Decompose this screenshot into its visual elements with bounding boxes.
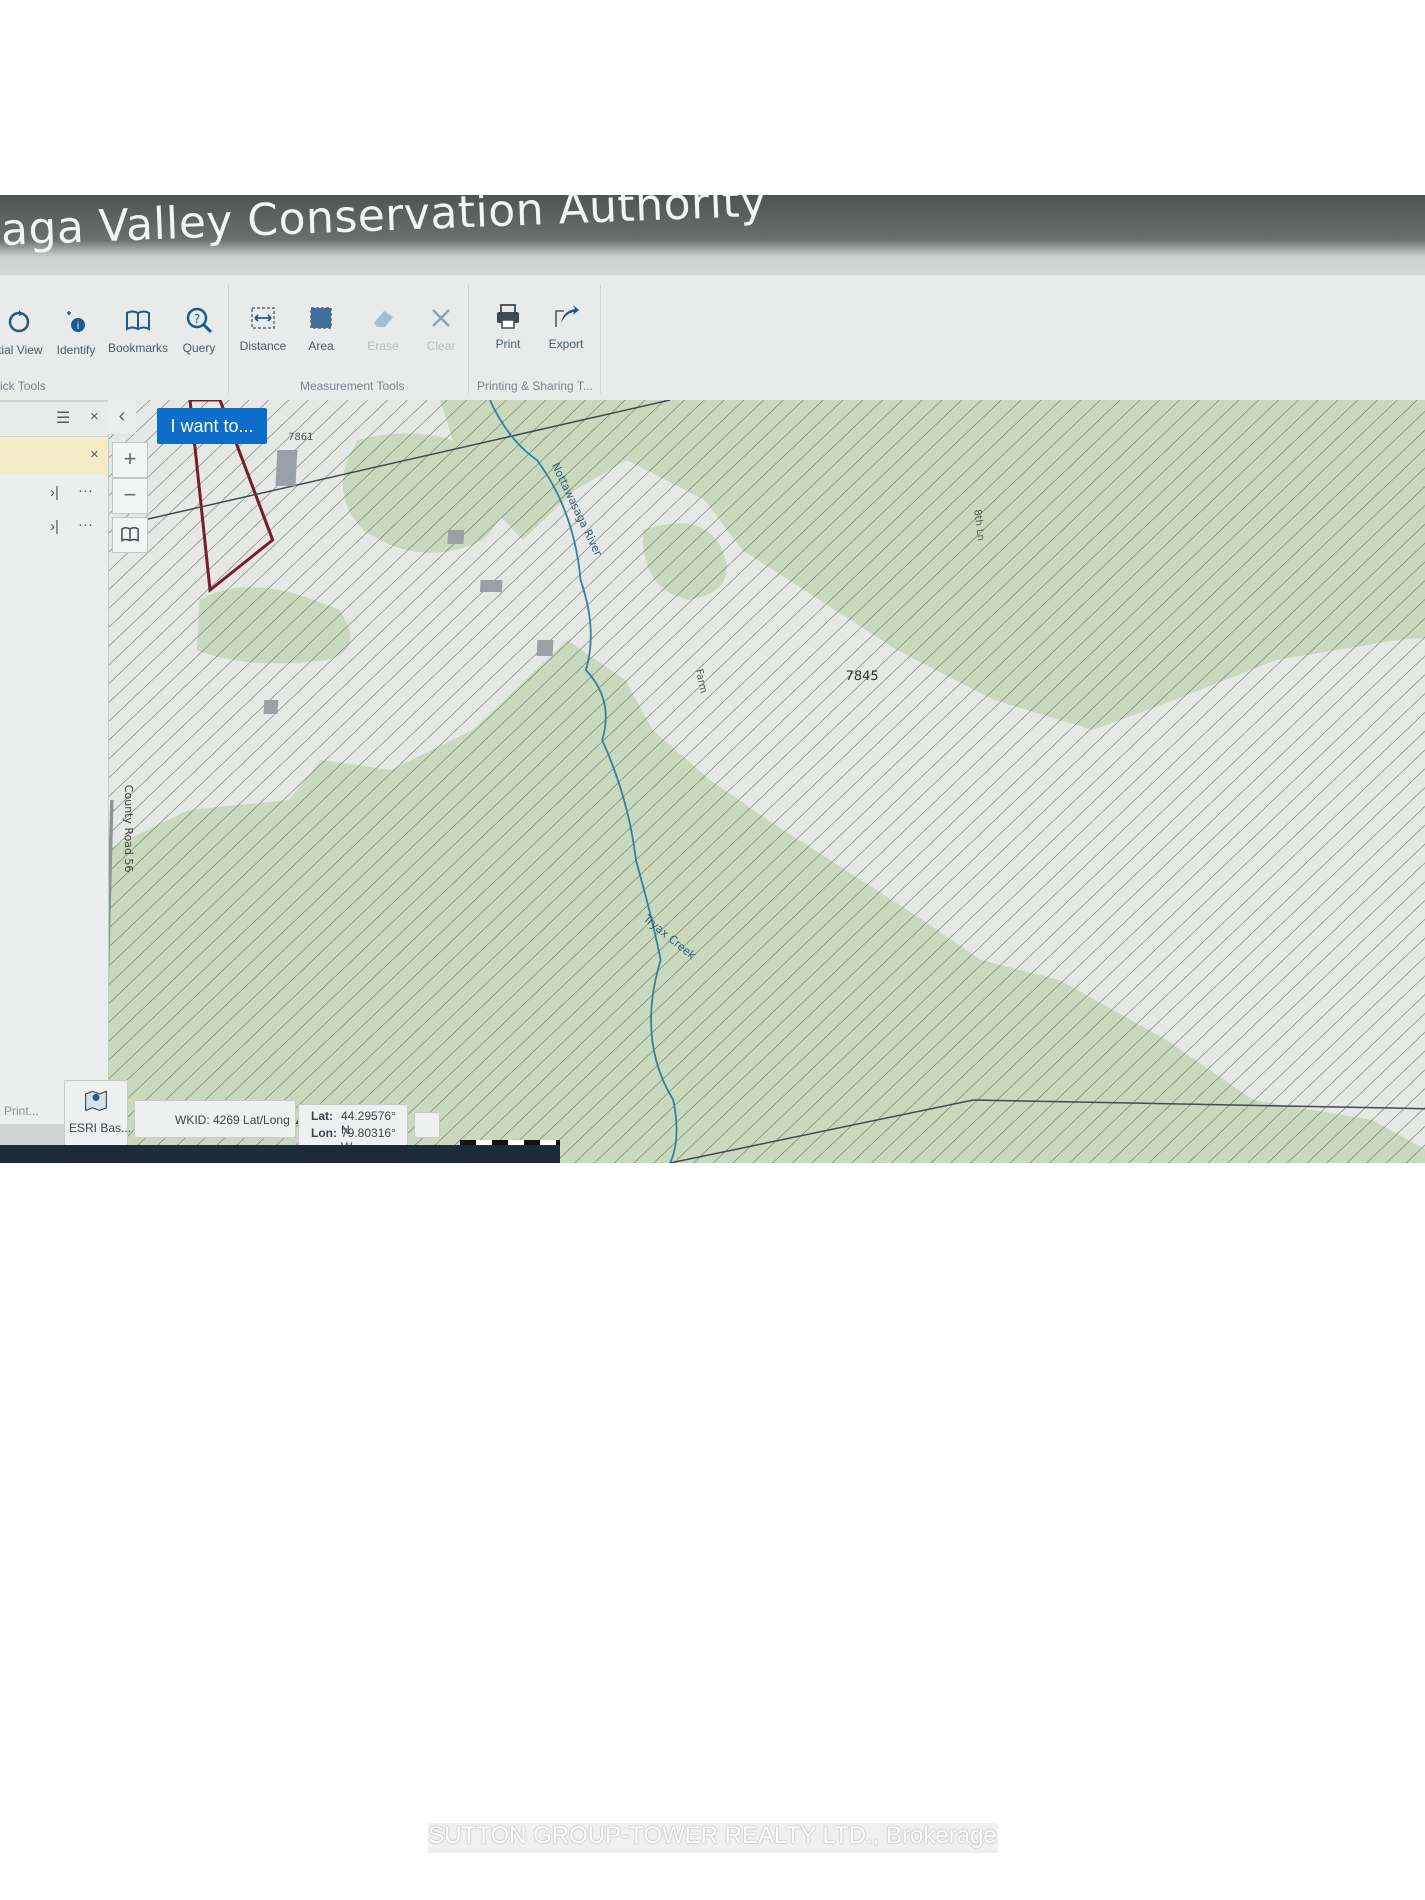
- distance-button[interactable]: Distance: [232, 303, 294, 353]
- chevron-right-icon[interactable]: ›|: [50, 518, 59, 535]
- wkid-selector[interactable]: WKID: 4269 Lat/Long ▲: [134, 1100, 305, 1138]
- bookmarks-button[interactable]: Bookmarks: [107, 305, 169, 355]
- printing-group: Print Export Printing & Sharing T...: [472, 285, 601, 393]
- area-icon: [310, 307, 332, 329]
- query-button[interactable]: ? Query: [168, 305, 230, 355]
- bookmarks-icon: [121, 527, 139, 542]
- map-canvas[interactable]: 7861 7845 Nottawasaga River Tryax Creek …: [70, 400, 1425, 1163]
- identify-label: Identify: [56, 343, 96, 357]
- menu-icon[interactable]: ☰: [56, 408, 70, 428]
- close-icon: [432, 309, 450, 327]
- app-title: aga Valley Conservation Authority: [0, 195, 768, 256]
- parcel-label: 7861: [288, 432, 314, 443]
- map-tools: + −: [112, 442, 148, 553]
- svg-text:?: ?: [194, 312, 200, 326]
- distance-icon: [251, 307, 275, 329]
- coordinate-readout: Lat: 44.29576° N Lon: 79.80316° W: [298, 1104, 408, 1154]
- query-icon: ?: [186, 307, 213, 334]
- area-button[interactable]: Area: [290, 303, 352, 353]
- county-road-label: County Road 56: [122, 784, 135, 872]
- query-label: Query: [182, 341, 216, 355]
- erase-button[interactable]: Erase: [352, 303, 414, 353]
- erase-label: Erase: [367, 339, 399, 353]
- export-icon: [555, 305, 579, 327]
- initial-view-button[interactable]: itial View: [0, 307, 50, 357]
- i-want-to-button[interactable]: I want to...: [157, 408, 267, 444]
- export-label: Export: [548, 337, 584, 351]
- monitor-screen: aga Valley Conservation Authority itial …: [0, 195, 1425, 1163]
- building: [447, 530, 465, 544]
- area-label: Area: [308, 339, 334, 353]
- wkid-label: WKID: 4269 Lat/Long ▲: [175, 1113, 305, 1127]
- layer-row[interactable]: ›| ···: [0, 476, 108, 510]
- basemap-icon: [85, 1090, 107, 1112]
- measurement-tools-label: Measurement Tools: [300, 379, 405, 393]
- initial-view-icon: [8, 310, 30, 333]
- close-icon[interactable]: ×: [90, 408, 99, 425]
- print-button[interactable]: Print: [477, 301, 539, 351]
- building: [263, 700, 279, 714]
- initial-view-label: itial View: [0, 343, 43, 357]
- building: [536, 640, 554, 656]
- zoom-in-button[interactable]: +: [112, 442, 148, 478]
- export-button[interactable]: Export: [535, 301, 597, 351]
- watermark-text: SUTTON GROUP-TOWER REALTY LTD., Brokerag…: [428, 1822, 997, 1849]
- quick-tools-group: itial View i Identify Bookmarks ? Query …: [0, 285, 229, 393]
- printer-icon: [497, 304, 519, 329]
- basemap-switcher[interactable]: ESRI Bas...: [64, 1080, 132, 1148]
- lat-label: Lat:: [311, 1109, 333, 1123]
- bookmarks-icon: [126, 310, 150, 331]
- lon-label: Lon:: [311, 1126, 337, 1140]
- layer-row[interactable]: ›| ···: [0, 510, 108, 544]
- identify-icon: i: [67, 311, 85, 332]
- more-icon[interactable]: ···: [78, 482, 93, 499]
- collapse-panel-button[interactable]: ‹: [108, 400, 136, 434]
- scale-toggle[interactable]: [414, 1112, 440, 1138]
- identify-button[interactable]: i Identify: [45, 307, 107, 357]
- building: [479, 580, 503, 592]
- svg-text:i: i: [77, 321, 80, 332]
- os-taskbar: [0, 1145, 560, 1163]
- ribbon-toolbar: itial View i Identify Bookmarks ? Query …: [0, 275, 1425, 400]
- building: [275, 450, 298, 486]
- map-view[interactable]: 7861 7845 Nottawasaga River Tryax Creek …: [70, 400, 1425, 1163]
- chevron-right-icon[interactable]: ›|: [50, 484, 59, 501]
- eraser-icon: [374, 311, 393, 327]
- hatch-overlay: [70, 400, 1425, 1163]
- measurement-tools-group: Distance Area Erase Clear Measurement To…: [232, 285, 469, 393]
- layers-panel: ☰ × × ›| ··· ›| ··· Print...: [0, 402, 109, 1124]
- selected-layer-row[interactable]: ×: [0, 438, 108, 474]
- print-label: Print: [495, 337, 521, 351]
- more-icon[interactable]: ···: [78, 516, 93, 533]
- panel-header: ☰ ×: [0, 402, 108, 437]
- bookmarks-label: Bookmarks: [107, 341, 169, 355]
- distance-label: Distance: [239, 339, 287, 353]
- clear-label: Clear: [426, 339, 456, 353]
- quick-tools-label: ick Tools: [0, 379, 46, 393]
- close-icon[interactable]: ×: [90, 446, 99, 463]
- clear-button[interactable]: Clear: [410, 303, 472, 353]
- zoom-out-button[interactable]: −: [112, 478, 148, 514]
- bookmark-map-button[interactable]: [112, 517, 148, 553]
- basemap-label: ESRI Bas...: [69, 1121, 132, 1135]
- printing-group-label: Printing & Sharing T...: [477, 379, 593, 393]
- parcel-label: 7845: [845, 669, 879, 684]
